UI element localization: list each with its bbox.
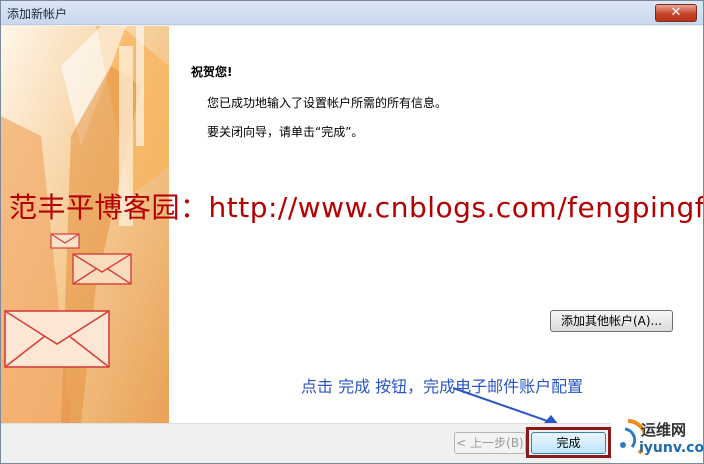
blog-watermark: 范丰平博客园：http://www.cnblogs.com/fengpingfa… <box>9 191 704 224</box>
congratulations-heading: 祝贺您! <box>191 65 233 79</box>
site-logo: 运维网 iyunv.com <box>611 413 704 463</box>
add-another-account-button[interactable]: 添加其他帐户(A)... <box>550 310 673 332</box>
logo-domain: iyunv.com <box>639 440 704 456</box>
success-message: 您已成功地输入了设置帐户所需的所有信息。 <box>207 96 448 110</box>
back-button[interactable]: < 上一步(B) <box>454 432 526 454</box>
close-icon: ✕ <box>670 5 682 20</box>
finish-button[interactable]: 完成 <box>531 432 606 454</box>
close-button[interactable]: ✕ <box>655 4 697 22</box>
envelope-small-icon <box>50 233 80 249</box>
window-title: 添加新帐户 <box>7 7 68 21</box>
title-bar: 添加新帐户 ✕ <box>1 1 703 25</box>
wizard-content: 祝贺您! 您已成功地输入了设置帐户所需的所有信息。 要关闭向导，请单击“完成”。… <box>1 26 703 423</box>
wizard-footer: < 上一步(B) 完成 <box>1 423 703 463</box>
add-account-wizard-window: 添加新帐户 ✕ 祝贺您! 您已成功地输入了设置帐户所需的所有信息。 要关闭向导，… <box>0 0 704 464</box>
instruction-annotation: 点击 完成 按钮，完成电子邮件账户配置 <box>301 377 584 396</box>
logo-name: 运维网 <box>641 421 687 439</box>
close-instruction: 要关闭向导，请单击“完成”。 <box>207 125 364 139</box>
envelope-medium-icon <box>72 253 132 285</box>
envelope-large-icon <box>4 310 110 368</box>
